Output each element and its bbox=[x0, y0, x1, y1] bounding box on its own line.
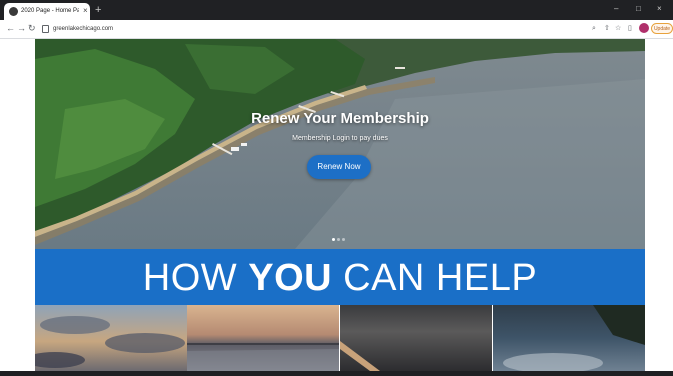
browser-toolbar: ← → ↻ greenlakechicago.com ⌕ ⇧ ☆ ▯ Updat… bbox=[0, 20, 673, 39]
update-button[interactable]: Update bbox=[651, 23, 673, 34]
minimize-button[interactable]: – bbox=[614, 4, 618, 14]
browser-tab[interactable]: 2020 Page - Home Page - Green... × bbox=[4, 3, 90, 20]
hero-title: Renew Your Membership bbox=[251, 110, 429, 127]
heading-suffix: CAN HELP bbox=[332, 257, 538, 299]
star-icon[interactable]: ☆ bbox=[615, 24, 621, 33]
maximize-button[interactable]: □ bbox=[636, 4, 641, 14]
heading-emphasis: YOU bbox=[248, 257, 333, 299]
page-viewport: Renew Your Membership Membership Login t… bbox=[0, 39, 673, 373]
page-right-margin bbox=[645, 39, 673, 371]
reload-button[interactable]: ↻ bbox=[28, 23, 36, 34]
profile-avatar[interactable] bbox=[639, 23, 649, 33]
lake-sunset-image bbox=[187, 343, 339, 371]
sidebar-icon[interactable]: ▯ bbox=[628, 24, 632, 33]
back-button[interactable]: ← bbox=[6, 23, 15, 34]
slider-dot[interactable] bbox=[342, 238, 345, 241]
stormy-water-image bbox=[503, 305, 645, 373]
share-icon[interactable]: ⇧ bbox=[604, 24, 610, 33]
hero-subtitle[interactable]: Membership Login to pay dues bbox=[35, 135, 645, 142]
photo-tile-stormy-water[interactable] bbox=[493, 305, 645, 373]
hero-slider: Renew Your Membership Membership Login t… bbox=[35, 39, 645, 249]
address-bar[interactable]: greenlakechicago.com bbox=[38, 22, 598, 36]
slider-dot[interactable] bbox=[337, 238, 340, 241]
heading-prefix: HOW bbox=[142, 257, 249, 299]
paddle-image bbox=[340, 341, 380, 371]
tab-close-icon[interactable]: × bbox=[83, 6, 88, 16]
photo-tile-sunset-clouds[interactable] bbox=[25, 305, 187, 371]
close-window-button[interactable]: × bbox=[657, 4, 662, 14]
url-text[interactable]: greenlakechicago.com bbox=[53, 25, 113, 33]
search-icon[interactable]: ⌕ bbox=[592, 24, 596, 33]
photo-tile-paddle[interactable] bbox=[340, 305, 492, 371]
tab-title: 2020 Page - Home Page - Green... bbox=[21, 8, 79, 14]
forward-button[interactable]: → bbox=[17, 23, 26, 34]
hero-lake-photo bbox=[35, 39, 645, 249]
section-heading: HOW YOU CAN HELP bbox=[35, 255, 645, 301]
photo-tile-lake-sunset[interactable] bbox=[187, 305, 339, 371]
how-you-can-help-banner: HOW YOU CAN HELP bbox=[35, 249, 645, 305]
slider-dot[interactable] bbox=[332, 238, 335, 241]
browser-tab-strip: 2020 Page - Home Page - Green... × + – □… bbox=[0, 0, 673, 20]
clouds-image bbox=[25, 316, 185, 368]
lock-icon bbox=[42, 25, 49, 33]
new-tab-button[interactable]: + bbox=[95, 5, 101, 16]
slider-dots bbox=[332, 228, 347, 246]
favicon-icon bbox=[9, 7, 18, 16]
renew-now-button[interactable]: Renew Now bbox=[307, 155, 371, 179]
